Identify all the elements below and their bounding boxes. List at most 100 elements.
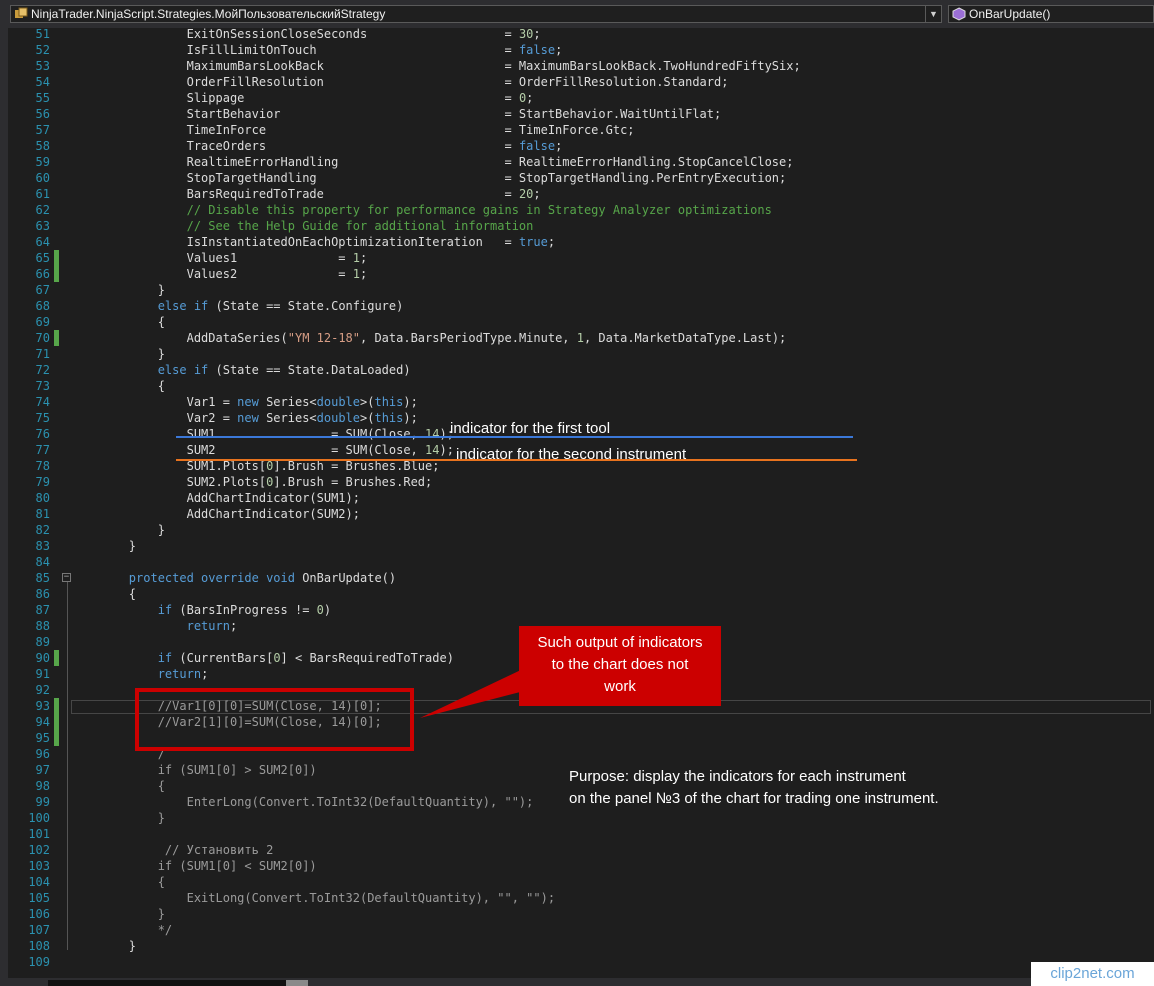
line-number: 78 <box>35 459 50 473</box>
code-text: protected override void OnBarUpdate() <box>128 571 397 585</box>
callout-line-2: to the chart does not <box>551 656 689 673</box>
code-editor[interactable]: − 51 ExitOnSessionCloseSeconds = 30; 52 I… <box>0 28 1154 978</box>
code-line[interactable]: 54 OrderFillResolution = OrderFillResolu… <box>0 74 1154 90</box>
line-number: 97 <box>35 763 50 777</box>
code-line[interactable]: 109 <box>0 954 1154 970</box>
class-dropdown-label: NinjaTrader.NinjaScript.Strategies.МойПо… <box>31 7 386 21</box>
line-number: 62 <box>35 203 50 217</box>
line-number: 88 <box>35 619 50 633</box>
code-line[interactable]: 60 StopTargetHandling = StopTargetHandli… <box>0 170 1154 186</box>
line-number: 109 <box>28 955 50 969</box>
code-text: if (SUM1[0] < SUM2[0]) <box>157 859 317 873</box>
code-line[interactable]: 104 { <box>0 874 1154 890</box>
line-number: 100 <box>28 811 50 825</box>
code-line[interactable]: 52 IsFillLimitOnTouch = false; <box>0 42 1154 58</box>
code-line[interactable]: 53 MaximumBarsLookBack = MaximumBarsLook… <box>0 58 1154 74</box>
line-number: 84 <box>35 555 50 569</box>
class-dropdown[interactable]: NinjaTrader.NinjaScript.Strategies.МойПо… <box>10 5 942 23</box>
code-line[interactable]: 108 } <box>0 938 1154 954</box>
code-text: StartBehavior = StartBehavior.WaitUntilF… <box>71 107 722 121</box>
code-text: } <box>71 347 165 361</box>
code-line[interactable]: 105 ExitLong(Convert.ToInt32(DefaultQuan… <box>0 890 1154 906</box>
code-line[interactable]: 58 TraceOrders = false; <box>0 138 1154 154</box>
code-text: SUM1 = SUM(Close, 14); <box>71 427 454 441</box>
line-number: 54 <box>35 75 50 89</box>
changed-line-marker <box>54 266 59 282</box>
code-line[interactable]: 64 IsInstantiatedOnEachOptimizationItera… <box>0 234 1154 250</box>
code-line[interactable]: 83 } <box>0 538 1154 554</box>
code-line[interactable]: 51 ExitOnSessionCloseSeconds = 30; <box>0 28 1154 42</box>
code-line[interactable]: 73 { <box>0 378 1154 394</box>
code-text: MaximumBarsLookBack = MaximumBarsLookBac… <box>71 59 801 73</box>
line-number: 65 <box>35 251 50 265</box>
code-line[interactable]: 101 <box>0 826 1154 842</box>
code-line[interactable]: 57 TimeInForce = TimeInForce.Gtc; <box>0 122 1154 138</box>
code-line[interactable]: 70 AddDataSeries("YM 12-18", Data.BarsPe… <box>0 330 1154 346</box>
code-line[interactable]: 62 // Disable this property for performa… <box>0 202 1154 218</box>
code-line[interactable]: 81 AddChartIndicator(SUM2); <box>0 506 1154 522</box>
code-text: TraceOrders = false; <box>71 139 563 153</box>
callout-line-3: work <box>604 678 636 695</box>
changed-line-marker <box>54 698 59 714</box>
code-line[interactable]: 107 */ <box>0 922 1154 938</box>
method-dropdown[interactable]: OnBarUpdate() <box>948 5 1154 23</box>
line-number: 103 <box>28 859 50 873</box>
chevron-down-icon: ▼ <box>925 6 941 22</box>
code-line[interactable]: 85 protected override void OnBarUpdate() <box>0 570 1154 586</box>
line-number: 87 <box>35 603 50 617</box>
line-number: 98 <box>35 779 50 793</box>
changed-line-marker <box>54 250 59 266</box>
code-line[interactable]: 103 if (SUM1[0] < SUM2[0]) <box>0 858 1154 874</box>
code-text: IsInstantiatedOnEachOptimizationIteratio… <box>71 235 556 249</box>
code-line[interactable]: 63 // See the Help Guide for additional … <box>0 218 1154 234</box>
code-text: BarsRequiredToTrade = 20; <box>71 187 541 201</box>
code-text: Var1 = new Series<double>(this); <box>71 395 418 409</box>
code-line[interactable]: 61 BarsRequiredToTrade = 20; <box>0 186 1154 202</box>
line-number: 73 <box>35 379 50 393</box>
line-number: 99 <box>35 795 50 809</box>
code-line[interactable]: 65 Values1 = 1; <box>0 250 1154 266</box>
code-text: } <box>71 539 137 553</box>
orange-underline <box>176 459 857 461</box>
code-text: RealtimeErrorHandling = RealtimeErrorHan… <box>71 155 794 169</box>
watermark: clip2net.com <box>1031 962 1154 986</box>
code-line[interactable]: 79 SUM2.Plots[0].Brush = Brushes.Red; <box>0 474 1154 490</box>
code-line[interactable]: 55 Slippage = 0; <box>0 90 1154 106</box>
code-text: ExitLong(Convert.ToInt32(DefaultQuantity… <box>186 891 556 905</box>
code-line[interactable]: 59 RealtimeErrorHandling = RealtimeError… <box>0 154 1154 170</box>
code-text: OrderFillResolution = OrderFillResolutio… <box>71 75 729 89</box>
code-line[interactable]: 86 { <box>0 586 1154 602</box>
code-line[interactable]: 82 } <box>0 522 1154 538</box>
code-line[interactable]: 56 StartBehavior = StartBehavior.WaitUnt… <box>0 106 1154 122</box>
code-text: // Установить 2 <box>164 843 274 857</box>
code-line[interactable]: 69 { <box>0 314 1154 330</box>
method-icon <box>952 7 966 21</box>
code-line[interactable]: 66 Values2 = 1; <box>0 266 1154 282</box>
line-number: 74 <box>35 395 50 409</box>
line-number: 89 <box>35 635 50 649</box>
code-text: return; <box>157 667 209 681</box>
horizontal-scrollbar[interactable] <box>48 980 288 986</box>
code-text: StopTargetHandling = StopTargetHandling.… <box>71 171 787 185</box>
code-text: IsFillLimitOnTouch = false; <box>71 43 563 57</box>
scrollbar-thumb[interactable] <box>286 980 308 986</box>
code-line[interactable]: 74 Var1 = new Series<double>(this); <box>0 394 1154 410</box>
code-text: Var2 = new Series<double>(this); <box>71 411 418 425</box>
code-line[interactable]: 67 } <box>0 282 1154 298</box>
code-line[interactable]: 71 } <box>0 346 1154 362</box>
code-text: { <box>71 315 165 329</box>
code-line[interactable]: 68 else if (State == State.Configure) <box>0 298 1154 314</box>
code-line[interactable]: 100 } <box>0 810 1154 826</box>
code-line[interactable]: 106 } <box>0 906 1154 922</box>
code-line[interactable]: 72 else if (State == State.DataLoaded) <box>0 362 1154 378</box>
code-line[interactable]: 84 <box>0 554 1154 570</box>
line-number: 55 <box>35 91 50 105</box>
callout-line-1: Such output of indicators <box>537 634 703 651</box>
code-line[interactable]: 87 if (BarsInProgress != 0) <box>0 602 1154 618</box>
code-text: } <box>71 283 165 297</box>
line-number: 108 <box>28 939 50 953</box>
code-line[interactable]: 80 AddChartIndicator(SUM1); <box>0 490 1154 506</box>
code-line[interactable]: 102 // Установить 2 <box>0 842 1154 858</box>
